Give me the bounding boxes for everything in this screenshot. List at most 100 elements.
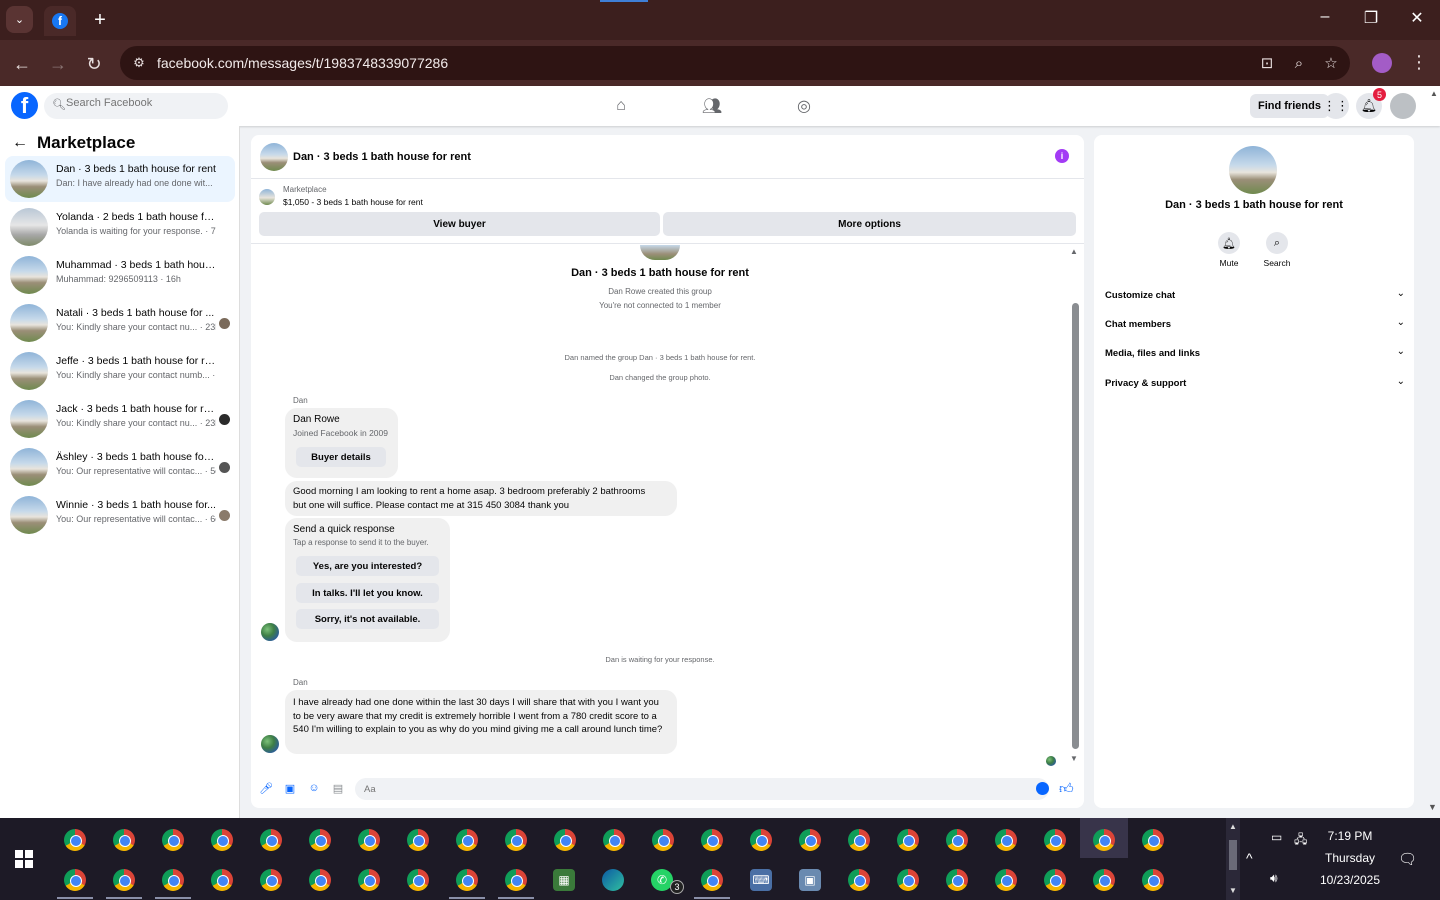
chrome-icon[interactable]	[260, 869, 282, 891]
chrome-icon[interactable]	[897, 829, 919, 851]
chevron-down-icon[interactable]: ▼	[1229, 886, 1237, 895]
new-tab-button[interactable]: +	[88, 8, 112, 32]
chrome-icon[interactable]	[995, 869, 1017, 891]
buyer-details-button[interactable]: Buyer details	[296, 447, 386, 467]
chrome-icon[interactable]	[946, 869, 968, 891]
friends-icon[interactable]: 👥︎	[702, 96, 722, 116]
privacy-support-section[interactable]: Privacy & support ⌄	[1105, 374, 1405, 394]
account-avatar[interactable]	[1390, 93, 1416, 119]
show-hidden-icons-chevron-icon[interactable]: ^	[1246, 850, 1253, 866]
find-friends-button[interactable]: Find friends	[1250, 94, 1329, 118]
chrome-icon[interactable]	[848, 829, 870, 851]
active-tab[interactable]: f	[44, 6, 76, 36]
chrome-icon[interactable]	[1093, 869, 1115, 891]
sender-avatar[interactable]	[261, 623, 279, 641]
browser-menu-icon[interactable]: ⋮	[1410, 52, 1428, 73]
chrome-icon[interactable]	[505, 829, 527, 851]
media-files-section[interactable]: Media, files and links ⌄	[1105, 344, 1405, 364]
chrome-icon[interactable]	[1044, 829, 1066, 851]
chrome-icon[interactable]	[897, 869, 919, 891]
page-scroll-down-arrow[interactable]: ▼	[1428, 802, 1437, 812]
conversation-item[interactable]: Winnie · 3 beds 1 bath house for... You:…	[5, 492, 235, 538]
chrome-icon[interactable]	[799, 829, 821, 851]
chrome-icon[interactable]	[260, 829, 282, 851]
gif-icon[interactable]: ▤	[331, 781, 345, 795]
more-options-button[interactable]: More options	[663, 212, 1076, 236]
notification-center-icon[interactable]: 🗨︎	[1398, 850, 1417, 868]
chrome-icon[interactable]	[1142, 829, 1164, 851]
contacts-app-icon[interactable]: ▣	[799, 869, 821, 891]
chrome-icon[interactable]	[995, 829, 1017, 851]
chrome-icon[interactable]	[309, 869, 331, 891]
chrome-icon[interactable]	[211, 829, 233, 851]
chrome-icon[interactable]	[358, 869, 380, 891]
edge-icon[interactable]	[602, 869, 624, 891]
taskbar-scrollbar[interactable]: ▲ ▼	[1226, 818, 1240, 900]
search-icon[interactable]: ⌕	[1266, 232, 1288, 254]
reload-button[interactable]: ↻	[82, 52, 106, 76]
thumbs-up-icon[interactable]: 👍︎	[1059, 780, 1074, 797]
windows-start-icon[interactable]	[15, 850, 33, 868]
page-scroll-up-arrow[interactable]: ▲	[1430, 89, 1438, 98]
tab-search-dropdown[interactable]: ⌄	[6, 6, 33, 33]
chrome-icon[interactable]	[309, 829, 331, 851]
chrome-icon[interactable]	[554, 829, 576, 851]
conversation-item[interactable]: Natali · 3 beds 1 bath house for ... You…	[5, 300, 235, 346]
chrome-icon[interactable]	[64, 829, 86, 851]
minimize-button[interactable]: –	[1310, 8, 1340, 26]
bookmark-star-icon[interactable]: ☆	[1321, 54, 1341, 72]
volume-icon[interactable]: 🔊︎	[1270, 871, 1278, 886]
conversation-item[interactable]: Muhammad · 3 beds 1 bath house ... Muham…	[5, 252, 235, 298]
chrome-icon[interactable]	[1093, 829, 1115, 851]
back-button[interactable]: ←	[10, 52, 34, 76]
chrome-icon[interactable]	[113, 869, 135, 891]
close-window-button[interactable]: ✕	[1402, 8, 1432, 28]
microphone-icon[interactable]: 🎤︎	[259, 781, 273, 795]
customize-chat-section[interactable]: Customize chat ⌄	[1105, 286, 1405, 306]
network-icon[interactable]: 🖧︎	[1294, 830, 1307, 851]
chat-title[interactable]: Dan · 3 beds 1 bath house for rent	[293, 151, 471, 163]
facebook-search[interactable]: 🔍︎	[44, 93, 228, 119]
scroll-down-arrow[interactable]: ▼	[1070, 754, 1078, 763]
message-input[interactable]	[355, 778, 1049, 800]
chrome-icon[interactable]	[113, 829, 135, 851]
clock-day[interactable]: Thursday	[1320, 851, 1380, 865]
chrome-icon[interactable]	[162, 829, 184, 851]
chrome-icon[interactable]	[358, 829, 380, 851]
conversation-item[interactable]: Jack · 3 beds 1 bath house for rent You:…	[5, 396, 235, 442]
chrome-icon[interactable]	[407, 869, 429, 891]
chat-members-section[interactable]: Chat members ⌄	[1105, 315, 1405, 335]
quick-reply-button[interactable]: In talks. I'll let you know.	[296, 583, 439, 603]
chrome-icon[interactable]	[701, 869, 723, 891]
chrome-icon[interactable]	[750, 829, 772, 851]
chrome-icon[interactable]	[505, 869, 527, 891]
mute-bell-icon[interactable]: 🔔︎	[1218, 232, 1240, 254]
sender-avatar[interactable]	[261, 735, 279, 753]
clock-time[interactable]: 7:19 PM	[1320, 829, 1380, 843]
address-bar[interactable]: ⚙ facebook.com/messages/t/19837483390772…	[120, 46, 1350, 80]
scroll-up-arrow[interactable]: ▲	[1070, 247, 1078, 256]
chrome-icon[interactable]	[162, 869, 184, 891]
chat-thumbnail[interactable]	[260, 143, 288, 171]
home-icon[interactable]: ⌂	[611, 96, 631, 116]
restore-button[interactable]: ❐	[1356, 8, 1386, 28]
conversation-item[interactable]: Jeffe · 3 beds 1 bath house for rent You…	[5, 348, 235, 394]
quick-reply-button[interactable]: Yes, are you interested?	[296, 556, 439, 576]
chevron-up-icon[interactable]: ▲	[1229, 822, 1237, 831]
chrome-icon[interactable]	[603, 829, 625, 851]
emoji-icon[interactable]	[1036, 782, 1049, 795]
clock-date[interactable]: 10/23/2025	[1316, 873, 1384, 887]
chrome-icon[interactable]	[407, 829, 429, 851]
search-input[interactable]	[66, 97, 216, 109]
taskbar-scroll-thumb[interactable]	[1229, 840, 1237, 870]
conversation-item[interactable]: Yolanda · 2 beds 1 bath house for r... Y…	[5, 204, 235, 250]
quick-reply-button[interactable]: Sorry, it's not available.	[296, 609, 439, 629]
chrome-icon[interactable]	[211, 869, 233, 891]
chrome-icon[interactable]	[701, 829, 723, 851]
chrome-icon[interactable]	[64, 869, 86, 891]
page-scrollbar[interactable]	[1428, 86, 1440, 818]
menu-grid-icon[interactable]: ⋮⋮	[1323, 93, 1349, 119]
spreadsheet-app-icon[interactable]: ▦	[553, 869, 575, 891]
sticker-icon[interactable]: ☺	[307, 781, 321, 795]
listing-price[interactable]: $1,050 - 3 beds 1 bath house for rent	[283, 197, 423, 207]
